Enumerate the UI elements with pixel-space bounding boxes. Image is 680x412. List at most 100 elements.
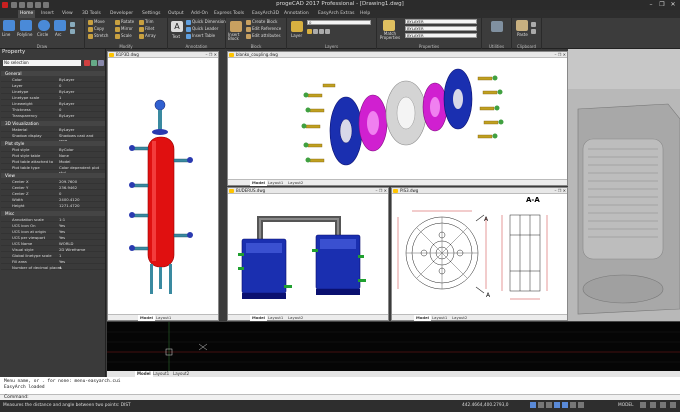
tab-easyarch3d[interactable]: EasyArch3D bbox=[250, 10, 281, 18]
utilities-icon[interactable] bbox=[491, 21, 503, 32]
property-value[interactable]: ByLayer bbox=[59, 127, 74, 132]
insert-block-button[interactable]: Insert Block bbox=[228, 33, 244, 41]
match-properties-icon[interactable] bbox=[383, 20, 395, 31]
property-row[interactable]: Center Y 236.9462 bbox=[1, 185, 105, 190]
move-button[interactable]: Move bbox=[88, 19, 105, 25]
paste-button[interactable]: Paste bbox=[517, 32, 528, 37]
tab-annotation[interactable]: Annotation bbox=[282, 10, 311, 18]
property-value[interactable]: 1:1 bbox=[59, 217, 65, 222]
property-row[interactable]: Lineweight ByLayer bbox=[1, 101, 105, 106]
copy-clip-icon[interactable] bbox=[531, 28, 537, 34]
hatch-icon[interactable] bbox=[70, 28, 76, 34]
property-section-header[interactable]: View bbox=[1, 173, 105, 178]
property-value[interactable]: WORLD bbox=[59, 241, 73, 246]
polyline-icon[interactable] bbox=[20, 20, 32, 31]
insert-table-button[interactable]: Insert Table bbox=[186, 33, 215, 39]
property-value[interactable]: Yes bbox=[59, 229, 65, 234]
property-row[interactable]: UCS icon On Yes bbox=[1, 223, 105, 228]
property-row[interactable]: Plot style ByColor bbox=[1, 147, 105, 152]
more-draw-icon[interactable] bbox=[70, 21, 76, 27]
property-row[interactable]: UCS Name WORLD bbox=[1, 241, 105, 246]
tab-output[interactable]: Output bbox=[166, 10, 186, 18]
fillet-button[interactable]: Fillet bbox=[139, 26, 154, 32]
tab-express-tools[interactable]: Express Tools bbox=[212, 10, 246, 18]
tab-easyarch-extras[interactable]: EasyArch Extras bbox=[316, 10, 356, 18]
property-row[interactable]: Linetype ByLayer bbox=[1, 89, 105, 94]
property-row[interactable]: Center X 209.7600 bbox=[1, 179, 105, 184]
tab-view[interactable]: View bbox=[60, 10, 75, 18]
model-viewport[interactable] bbox=[107, 321, 680, 372]
property-row[interactable]: Linetype scale 1 bbox=[1, 95, 105, 100]
property-value[interactable]: 0 bbox=[59, 107, 61, 112]
property-row[interactable]: UCS per viewport Yes bbox=[1, 235, 105, 240]
property-row[interactable]: Center Z 0 bbox=[1, 191, 105, 196]
tab-insert[interactable]: Insert bbox=[39, 10, 56, 18]
arc-icon[interactable] bbox=[54, 20, 66, 31]
property-row[interactable]: Plot table attached to Model bbox=[1, 159, 105, 164]
polar-icon[interactable] bbox=[554, 402, 560, 408]
grid-icon[interactable] bbox=[538, 402, 544, 408]
tab-add-on[interactable]: Add-On bbox=[189, 10, 210, 18]
property-value[interactable]: 0 bbox=[59, 83, 61, 88]
layer-dropdown[interactable]: 0 bbox=[307, 20, 371, 25]
window-buttons[interactable]: – ❐ ✕ bbox=[555, 52, 566, 58]
copy-button[interactable]: Copy bbox=[88, 26, 104, 32]
paste-icon[interactable] bbox=[516, 20, 528, 31]
line-button[interactable]: Line bbox=[2, 32, 10, 37]
tab-developer[interactable]: Developer bbox=[108, 10, 135, 18]
stretch-button[interactable]: Stretch bbox=[88, 33, 108, 39]
property-row[interactable]: Visual style 2D Wireframe bbox=[1, 247, 105, 252]
linetype-dropdown[interactable]: BYLAYER bbox=[405, 26, 477, 31]
property-row[interactable]: Height 1271.4720 bbox=[1, 203, 105, 208]
property-value[interactable]: 209.7600 bbox=[59, 179, 77, 184]
property-value[interactable]: None bbox=[59, 153, 69, 158]
maximize-button[interactable]: ❐ bbox=[657, 1, 667, 9]
property-row[interactable]: Shadow displayShadows cast and rece... bbox=[1, 133, 105, 143]
window-buttons[interactable]: – ❐ ✕ bbox=[376, 188, 387, 194]
property-value[interactable]: 236.9462 bbox=[59, 185, 77, 190]
layer-icon[interactable] bbox=[291, 21, 303, 32]
property-row[interactable]: Plot table typeColor dependent plot styl… bbox=[1, 165, 105, 175]
window-title-bar[interactable]: BUDERUS.dwg – ❐ ✕ bbox=[228, 188, 388, 194]
window-title-bar[interactable]: PIS3.dwg – ❐ ✕ bbox=[392, 188, 567, 194]
property-section-header[interactable]: General bbox=[1, 71, 105, 76]
property-row[interactable]: UCS icon at origin Yes bbox=[1, 229, 105, 234]
lock-icon[interactable] bbox=[660, 402, 666, 408]
tab-settings[interactable]: Settings bbox=[140, 10, 162, 18]
tab-layout1[interactable]: Layout1 bbox=[266, 180, 285, 186]
model-space-toggle[interactable]: MODEL bbox=[618, 403, 634, 408]
property-row[interactable]: Layer 0 bbox=[1, 83, 105, 88]
property-value[interactable]: ByColor bbox=[59, 147, 74, 152]
quick-dimension-button[interactable]: Quick Dimension bbox=[186, 19, 226, 25]
layer-tools-icon[interactable] bbox=[307, 28, 331, 34]
circle-icon[interactable] bbox=[38, 20, 50, 31]
toggle-pickadd-icon[interactable] bbox=[98, 60, 104, 66]
color-dropdown[interactable]: BYLAYER bbox=[405, 19, 477, 24]
quick-leader-button[interactable]: Quick Leader bbox=[186, 26, 218, 32]
drawing-window-buderus[interactable]: BUDERUS.dwg – ❐ ✕ Model Layout1 Layout2 bbox=[227, 187, 389, 321]
property-row[interactable]: Color ByLayer bbox=[1, 77, 105, 82]
fullscreen-icon[interactable] bbox=[670, 402, 676, 408]
text-button[interactable]: Text bbox=[172, 34, 180, 39]
property-value[interactable]: ByLayer bbox=[59, 89, 74, 94]
property-value[interactable]: 1 bbox=[59, 253, 61, 258]
edit-attributes-button[interactable]: Edit attributes bbox=[246, 33, 281, 39]
property-value[interactable]: 2D Wireframe bbox=[59, 247, 85, 252]
window-buttons[interactable]: – ❐ ✕ bbox=[555, 188, 566, 194]
property-value[interactable]: 1 bbox=[59, 95, 61, 100]
array-button[interactable]: Array bbox=[139, 33, 156, 39]
property-section-header[interactable]: Misc bbox=[1, 211, 105, 216]
window-buttons[interactable]: – ❐ ✕ bbox=[206, 52, 217, 58]
polyline-button[interactable]: Polyline bbox=[17, 32, 32, 37]
property-value[interactable]: 4 bbox=[59, 265, 61, 270]
insert-block-icon[interactable] bbox=[230, 21, 242, 32]
tab-help[interactable]: Help bbox=[358, 10, 372, 18]
property-value[interactable]: ByLayer bbox=[59, 101, 74, 106]
property-value[interactable]: ByLayer bbox=[59, 113, 74, 118]
window-title-bar[interactable]: B1P3D.dwg – ❐ ✕ bbox=[108, 52, 218, 58]
drawing-window-pis3[interactable]: PIS3.dwg – ❐ ✕ A-A A A Model Layout1 Lay… bbox=[391, 187, 568, 321]
property-row[interactable]: Annotation scale 1:1 bbox=[1, 217, 105, 222]
property-section-header[interactable]: Plot style bbox=[1, 141, 105, 146]
property-row[interactable]: Material ByLayer bbox=[1, 127, 105, 132]
quick-select-icon[interactable] bbox=[84, 60, 90, 66]
